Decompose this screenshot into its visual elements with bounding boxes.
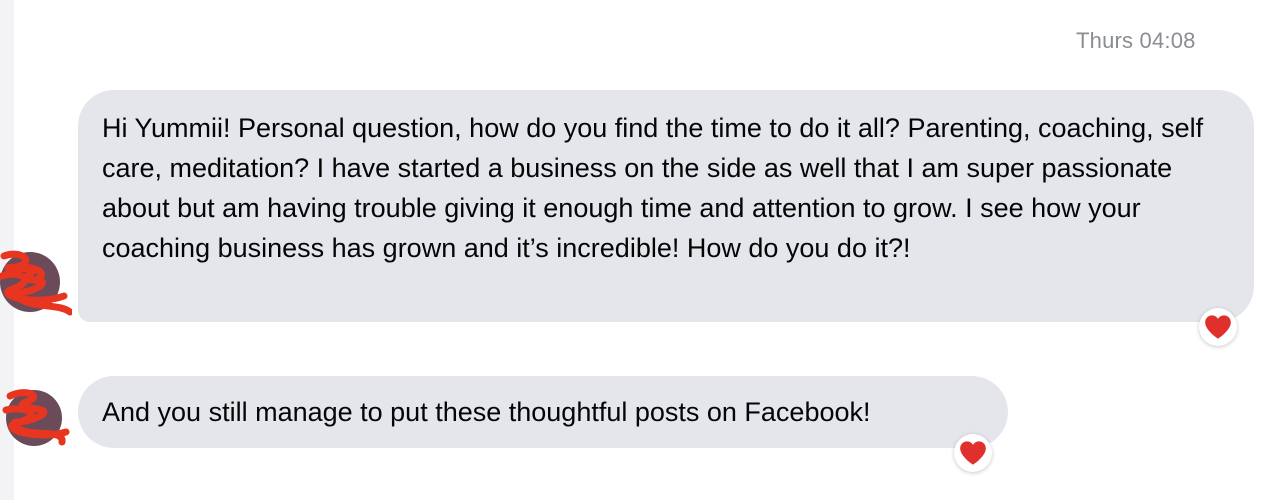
reaction-badge[interactable] bbox=[954, 434, 992, 472]
reaction-badge[interactable] bbox=[1199, 308, 1237, 346]
message-bubble[interactable]: And you still manage to put these though… bbox=[78, 376, 1008, 448]
avatar[interactable] bbox=[0, 384, 72, 456]
heart-icon bbox=[1205, 315, 1231, 339]
message-bubble[interactable]: Hi Yummii! Personal question, how do you… bbox=[78, 90, 1254, 322]
redacted-avatar-icon bbox=[2, 389, 70, 446]
message-timestamp: Thurs 04:08 bbox=[1076, 28, 1196, 53]
avatar[interactable] bbox=[0, 246, 74, 318]
redacted-avatar-icon bbox=[0, 250, 74, 316]
message-thread: Thurs 04:08 Hi Yummii! Personal question… bbox=[0, 0, 1278, 500]
heart-icon bbox=[960, 441, 986, 465]
